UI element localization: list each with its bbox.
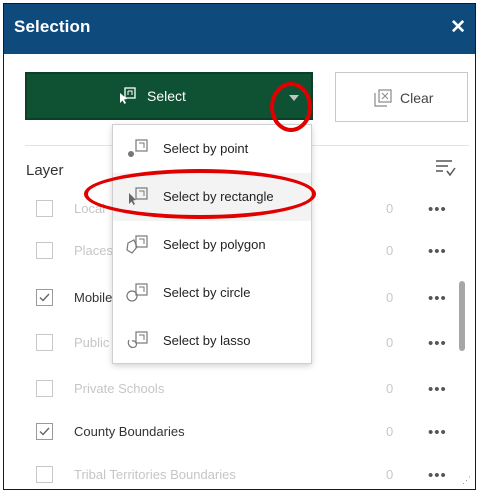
sort-filter-icon[interactable] xyxy=(434,156,456,178)
lasso-select-icon xyxy=(127,331,148,349)
resize-grip-icon[interactable]: ⋰ xyxy=(462,475,471,486)
layer-checkbox[interactable] xyxy=(36,334,53,351)
more-options-icon[interactable]: ••• xyxy=(428,424,447,441)
more-options-icon[interactable]: ••• xyxy=(428,201,447,218)
more-options-icon[interactable]: ••• xyxy=(428,467,447,484)
layer-count: 0 xyxy=(386,201,394,216)
layer-checkbox[interactable] xyxy=(36,242,53,259)
layer-count: 0 xyxy=(386,290,394,305)
more-options-icon[interactable]: ••• xyxy=(428,243,447,260)
selection-panel: Selection ✕ Select Clear Layer Local 0 •… xyxy=(3,3,476,490)
layer-checkbox[interactable] xyxy=(36,380,53,397)
menu-item-select-by-point[interactable]: Select by point xyxy=(113,125,311,173)
menu-item-label: Select by circle xyxy=(163,285,251,300)
layer-row: Tribal Territories Boundaries 0 ••• xyxy=(4,456,475,489)
layer-row: County Boundaries 0 ••• xyxy=(4,413,475,457)
menu-item-select-by-polygon[interactable]: Select by polygon xyxy=(113,221,311,269)
checkmark-icon xyxy=(39,427,50,436)
layer-name: Mobile xyxy=(74,290,113,305)
select-button-label: Select xyxy=(147,88,186,104)
layer-count: 0 xyxy=(386,243,394,258)
menu-item-label: Select by lasso xyxy=(163,333,251,348)
layer-name: Public xyxy=(74,335,110,350)
layer-checkbox[interactable] xyxy=(36,200,53,217)
rectangle-select-icon xyxy=(129,187,148,205)
close-icon[interactable]: ✕ xyxy=(450,16,466,39)
layer-name: Private Schools xyxy=(74,381,165,396)
layer-count: 0 xyxy=(386,467,394,482)
select-rectangle-icon xyxy=(120,87,136,104)
layer-count: 0 xyxy=(386,424,394,439)
menu-item-label: Select by rectangle xyxy=(163,189,274,204)
layer-count: 0 xyxy=(386,381,394,396)
layer-name: Tribal Territories Boundaries xyxy=(74,467,236,482)
layer-name: Local xyxy=(74,201,106,216)
clear-button-label: Clear xyxy=(400,90,434,106)
menu-item-select-by-circle[interactable]: Select by circle xyxy=(113,269,311,317)
select-button[interactable]: Select xyxy=(25,72,313,120)
menu-item-select-by-rectangle[interactable]: Select by rectangle xyxy=(113,173,311,221)
menu-item-select-by-lasso[interactable]: Select by lasso xyxy=(113,317,311,365)
panel-title: Selection xyxy=(14,17,91,36)
layer-name: Places xyxy=(74,243,114,258)
chevron-down-icon[interactable] xyxy=(289,95,299,101)
point-select-icon xyxy=(128,139,148,157)
layer-column-header: Layer xyxy=(26,162,64,179)
layer-checkbox[interactable] xyxy=(36,466,53,483)
menu-item-label: Select by polygon xyxy=(163,237,266,252)
layer-row: Private Schools 0 ••• xyxy=(4,370,475,414)
circle-select-icon xyxy=(126,283,148,302)
scrollbar-thumb[interactable] xyxy=(459,281,465,351)
scrollbar[interactable] xyxy=(459,196,465,466)
layer-checkbox[interactable] xyxy=(36,289,53,306)
more-options-icon[interactable]: ••• xyxy=(428,381,447,398)
clear-button[interactable]: Clear xyxy=(335,72,468,122)
polygon-select-icon xyxy=(126,235,148,254)
more-options-icon[interactable]: ••• xyxy=(428,290,447,307)
more-options-icon[interactable]: ••• xyxy=(428,335,447,352)
checkmark-icon xyxy=(39,293,50,302)
clear-selection-icon xyxy=(374,89,392,107)
layer-count: 0 xyxy=(386,335,394,350)
panel-header: Selection ✕ xyxy=(4,4,475,54)
layer-checkbox[interactable] xyxy=(36,423,53,440)
layer-name: County Boundaries xyxy=(74,424,185,439)
menu-item-label: Select by point xyxy=(163,141,249,156)
select-mode-menu: Select by point Select by rectangle Sele… xyxy=(112,124,312,364)
